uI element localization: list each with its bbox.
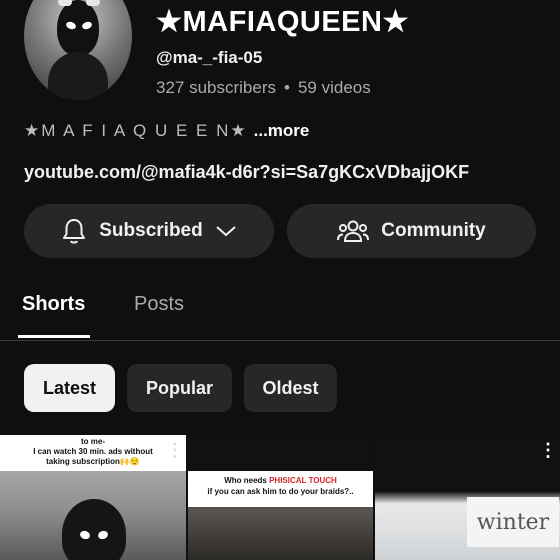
community-label: Community (381, 220, 486, 241)
tab-shorts[interactable]: Shorts (22, 293, 85, 316)
active-tab-indicator (18, 335, 90, 338)
channel-handle: @ma-_-fia-05 (156, 48, 263, 67)
tab-posts[interactable]: Posts (134, 293, 184, 316)
bell-icon (61, 217, 87, 245)
chevron-down-icon (215, 224, 237, 238)
short-thumbnail[interactable]: to me- I can watch 30 min. ads without t… (0, 435, 186, 560)
community-button[interactable]: Community (287, 204, 536, 258)
short-caption: Who needs PHISICAL TOUCH if you can ask … (188, 471, 373, 507)
channel-title: ★MAFIAQUEEN★ (156, 6, 409, 38)
short-caption: to me- I can watch 30 min. ads without t… (0, 435, 186, 471)
description-text: ★M A F I A Q U E E N★ (24, 121, 248, 140)
channel-stats: 327 subscribers • 59 videos (156, 78, 371, 98)
filter-popular[interactable]: Popular (127, 364, 232, 412)
more-link[interactable]: ...more (254, 121, 310, 140)
more-vert-icon[interactable]: ⋮ (539, 441, 557, 459)
tab-divider (0, 340, 560, 341)
video-count: 59 videos (297, 78, 371, 97)
channel-link[interactable]: youtube.com/@mafia4k-d6r?si=Sa7gKCxVDbaj… (24, 162, 469, 183)
filter-latest[interactable]: Latest (24, 364, 115, 412)
subscriber-count: 327 subscribers (156, 78, 277, 97)
channel-avatar[interactable] (24, 0, 132, 100)
filter-oldest[interactable]: Oldest (244, 364, 337, 412)
meta-separator: • (284, 78, 290, 97)
subscribed-button[interactable]: Subscribed (24, 204, 274, 258)
thumbnail-overlay-text: winter (467, 497, 559, 547)
channel-description[interactable]: ★M A F I A Q U E E N★ ...more (24, 121, 309, 141)
short-thumbnail[interactable]: winter (375, 435, 560, 560)
more-vert-icon[interactable]: ⋮ (166, 441, 184, 459)
people-icon (337, 219, 370, 243)
short-thumbnail[interactable]: Who needs PHISICAL TOUCH if you can ask … (188, 435, 373, 560)
thumbnail-figure (62, 499, 126, 560)
subscribed-label: Subscribed (99, 220, 203, 241)
